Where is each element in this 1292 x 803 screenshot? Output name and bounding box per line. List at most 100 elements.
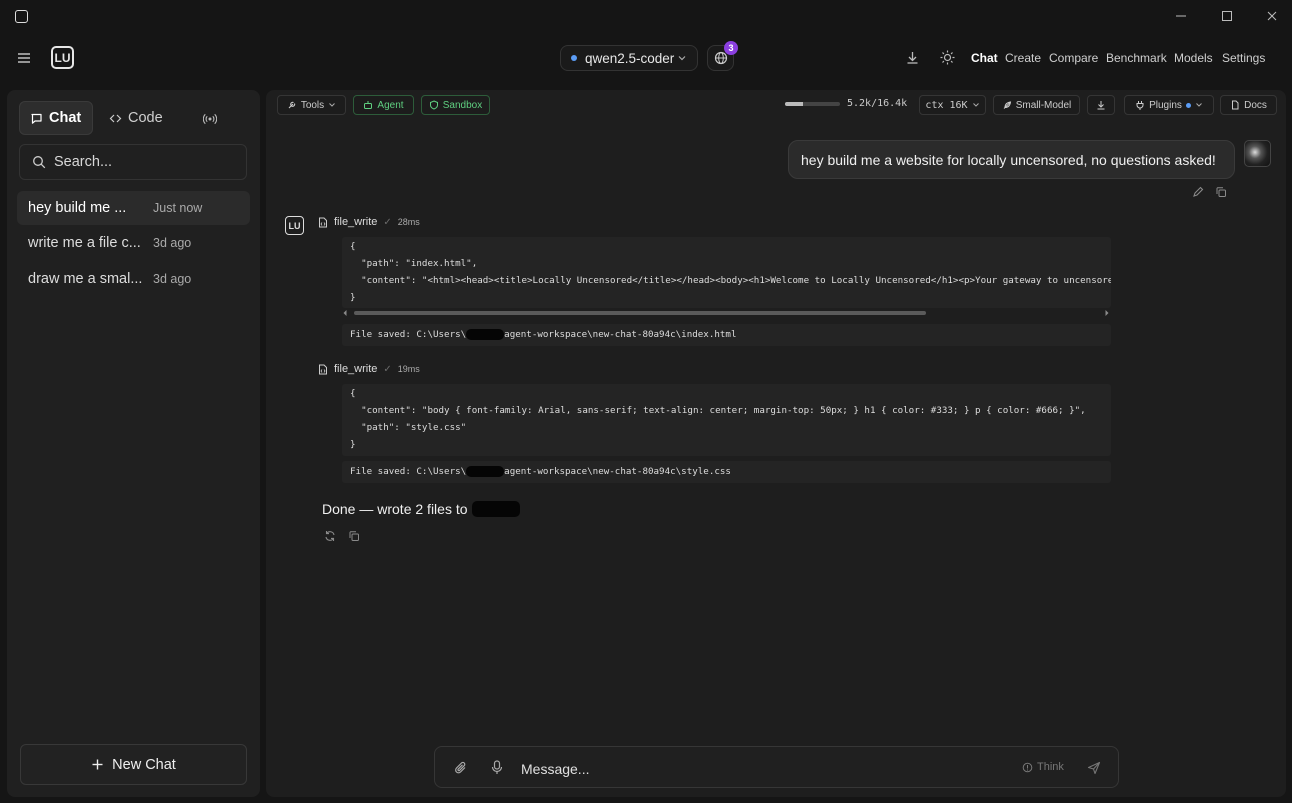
search-input[interactable]: Search... — [19, 144, 247, 180]
chevron-down-icon — [1195, 101, 1203, 109]
horizontal-scrollbar[interactable] — [354, 311, 926, 315]
download-icon[interactable] — [905, 50, 920, 65]
nav-settings[interactable]: Settings — [1222, 51, 1265, 65]
docs-label: Docs — [1244, 99, 1267, 111]
sandbox-toggle[interactable]: Sandbox — [421, 95, 490, 115]
redacted-username — [466, 466, 505, 477]
tool-output: File saved: C:\Users\ agent-workspace\new… — [342, 324, 1111, 346]
tool-output-prefix: File saved: C:\Users\ — [350, 466, 467, 477]
chat-time: Just now — [153, 201, 203, 215]
model-selector[interactable]: qwen2.5-coder — [560, 45, 698, 71]
tools-dropdown[interactable]: Tools — [277, 95, 346, 115]
tool-name: file_write — [334, 216, 378, 228]
tab-chat[interactable]: Chat — [19, 101, 93, 135]
docs-button[interactable]: Docs — [1220, 95, 1277, 115]
file-code-icon — [318, 364, 328, 375]
edit-pencil-icon[interactable] — [1192, 186, 1204, 198]
plugins-label: Plugins — [1149, 99, 1182, 111]
send-icon[interactable] — [1087, 761, 1101, 775]
minimize-icon[interactable] — [1173, 8, 1189, 24]
ctx-label: ctx 16K — [925, 99, 968, 111]
close-icon[interactable] — [1264, 8, 1280, 24]
sidebar: Chat Code Search... hey build me ... Jus… — [7, 90, 260, 797]
paperclip-icon[interactable] — [454, 761, 468, 775]
user-message-text: hey build me a website for locally uncen… — [801, 151, 1216, 168]
tool-call-header[interactable]: file_write ✓ 28ms — [318, 216, 420, 228]
hamburger-menu-icon[interactable] — [16, 50, 32, 66]
nav-chat[interactable]: Chat — [971, 51, 998, 65]
scroll-right-icon[interactable] — [1104, 309, 1110, 317]
nav-compare[interactable]: Compare — [1049, 51, 1098, 65]
maximize-icon[interactable] — [1219, 8, 1235, 24]
tools-label: Tools — [300, 99, 325, 111]
feather-icon — [1002, 100, 1012, 110]
nav-benchmark[interactable]: Benchmark — [1106, 51, 1167, 65]
small-model-label: Small-Model — [1015, 99, 1072, 111]
agent-toggle[interactable]: Agent — [353, 95, 414, 115]
token-count: 5.2k/16.4k — [847, 98, 908, 109]
chat-list-item[interactable]: draw me a smal... 3d ago — [17, 262, 250, 296]
scroll-left-icon[interactable] — [342, 309, 348, 317]
tab-code[interactable]: Code — [103, 101, 183, 135]
model-status-dot — [571, 55, 577, 61]
context-usage-fill — [785, 102, 803, 106]
user-message: hey build me a website for locally uncen… — [788, 140, 1235, 179]
chat-list-item[interactable]: hey build me ... Just now — [17, 191, 250, 225]
chat-panel: Tools Agent Sandbox 5.2k/16.4k ctx 16K S… — [266, 90, 1286, 797]
check-icon: ✓ — [383, 216, 392, 228]
microphone-icon[interactable] — [491, 760, 503, 775]
copy-icon[interactable] — [1215, 186, 1227, 198]
ctx-dropdown[interactable]: ctx 16K — [919, 95, 986, 115]
tool-name: file_write — [334, 363, 378, 375]
small-model-button[interactable]: Small-Model — [993, 95, 1080, 115]
tool-call-header[interactable]: file_write ✓ 19ms — [318, 363, 420, 375]
copy-icon[interactable] — [348, 530, 360, 542]
chat-title: draw me a smal... — [28, 271, 143, 287]
tool-duration: 19ms — [397, 364, 420, 374]
wrench-icon — [287, 100, 297, 110]
assistant-avatar: LU — [285, 216, 304, 235]
app-header: LU qwen2.5-coder 3 Chat Create Compare B… — [0, 36, 1292, 80]
code-icon — [109, 112, 122, 125]
document-icon — [1230, 100, 1240, 110]
chevron-down-icon — [328, 101, 336, 109]
tool-duration: 28ms — [397, 217, 420, 227]
tool-output-suffix: agent-workspace\new-chat-80a94c\style.cs… — [504, 466, 731, 477]
check-icon: ✓ — [383, 363, 392, 375]
model-name: qwen2.5-coder — [585, 50, 675, 66]
plug-icon — [1135, 100, 1145, 110]
shield-icon — [429, 100, 439, 110]
plugins-status-dot — [1185, 102, 1191, 108]
export-button[interactable] — [1087, 95, 1115, 115]
chevron-down-icon — [972, 101, 980, 109]
title-bar — [0, 0, 1292, 32]
user-avatar — [1244, 140, 1271, 167]
sun-icon[interactable] — [940, 50, 955, 65]
nav-models[interactable]: Models — [1174, 51, 1213, 65]
broadcast-icon[interactable] — [203, 112, 217, 126]
new-chat-button[interactable]: New Chat — [20, 744, 247, 785]
agent-label: Agent — [377, 99, 404, 111]
search-icon — [32, 155, 46, 169]
app-logo: LU — [51, 46, 74, 69]
assistant-message-text: Done — wrote 2 files to — [322, 501, 468, 517]
chevron-down-icon — [677, 53, 687, 63]
chat-bubble-icon — [30, 112, 43, 125]
chat-title: write me a file c... — [28, 235, 141, 251]
chat-list-item[interactable]: write me a file c... 3d ago — [17, 226, 250, 260]
new-chat-label: New Chat — [112, 756, 176, 773]
message-composer: Message... Think — [434, 746, 1119, 788]
chat-time: 3d ago — [153, 272, 192, 286]
bot-icon — [363, 100, 373, 110]
message-input[interactable]: Message... — [521, 761, 589, 777]
plugins-dropdown[interactable]: Plugins — [1124, 95, 1214, 115]
search-placeholder: Search... — [54, 154, 113, 170]
think-toggle[interactable]: Think — [1022, 761, 1064, 773]
redacted-path — [471, 501, 520, 517]
plus-icon — [91, 758, 104, 771]
nav-create[interactable]: Create — [1005, 51, 1041, 65]
tool-output-suffix: agent-workspace\new-chat-80a94c\index.ht… — [504, 329, 737, 340]
regenerate-icon[interactable] — [324, 530, 336, 542]
lightbulb-icon — [1022, 762, 1033, 773]
app-icon — [15, 10, 28, 23]
